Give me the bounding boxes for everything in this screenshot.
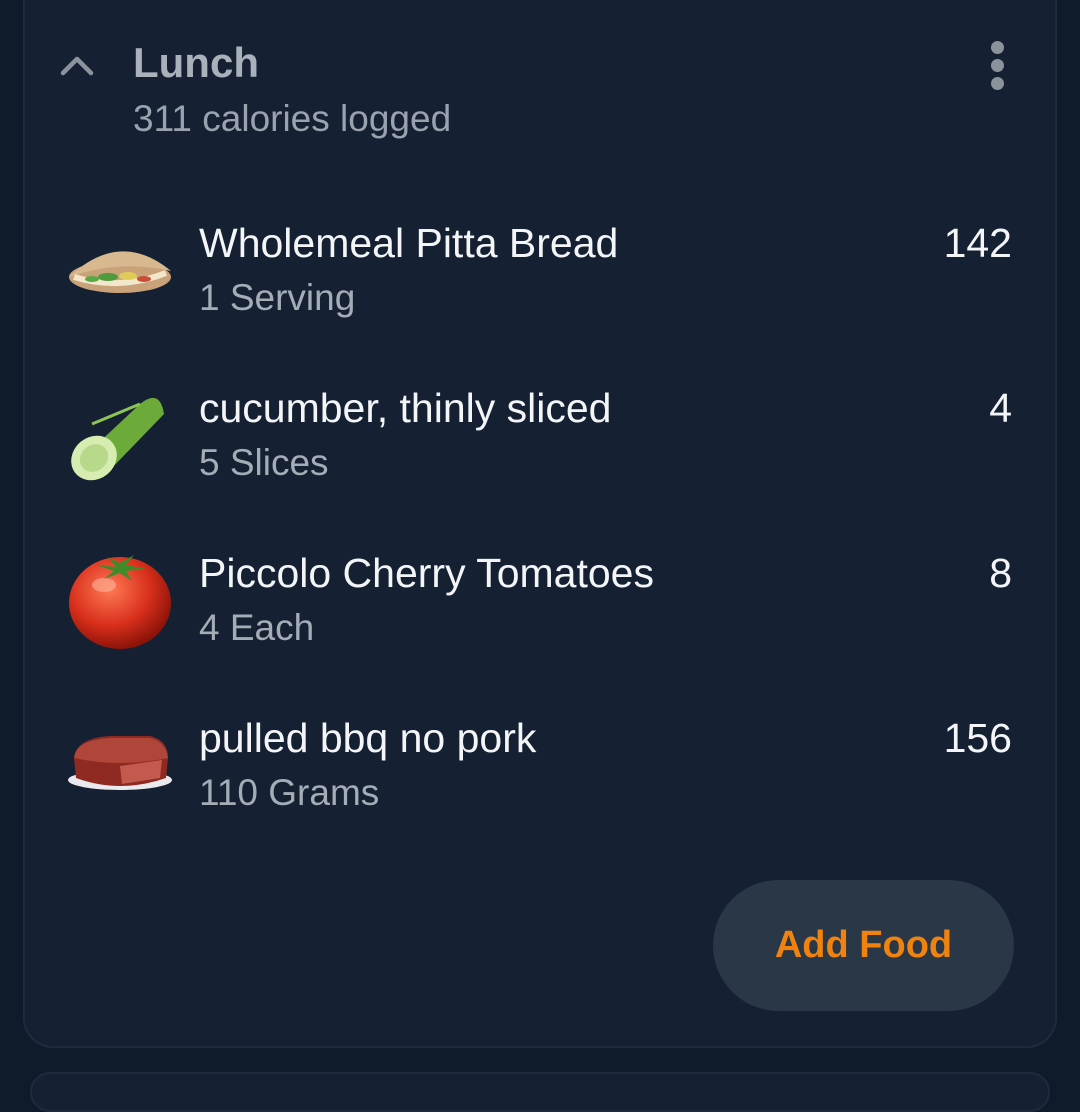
food-name: Piccolo Cherry Tomatoes (199, 550, 654, 596)
add-food-button[interactable]: Add Food (713, 880, 1014, 1011)
food-quantity: 110 Grams (199, 772, 380, 813)
meat-icon (68, 736, 172, 790)
food-quantity: 1 Serving (199, 277, 356, 318)
pitta-bread-icon (69, 251, 171, 293)
food-calories: 142 (943, 220, 1012, 266)
food-name: pulled bbq no pork (199, 715, 537, 761)
next-meal-card[interactable] (30, 1072, 1050, 1112)
food-calories: 8 (989, 550, 1012, 596)
food-row[interactable]: Wholemeal Pitta Bread 1 Serving 142 (60, 219, 1020, 339)
food-calories: 4 (989, 385, 1012, 431)
food-name: cucumber, thinly sliced (199, 385, 612, 431)
tomato-icon (69, 555, 171, 649)
cucumber-icon (71, 397, 164, 481)
food-quantity: 5 Slices (199, 442, 329, 483)
more-options-icon[interactable] (978, 38, 1018, 92)
food-row[interactable]: Piccolo Cherry Tomatoes 4 Each 8 (60, 549, 1020, 669)
meal-title[interactable]: Lunch (133, 38, 259, 88)
food-calories: 156 (943, 715, 1012, 761)
food-quantity: 4 Each (199, 607, 315, 648)
food-row[interactable]: cucumber, thinly sliced 5 Slices 4 (60, 384, 1020, 504)
meal-calories-summary: 311 calories logged (133, 98, 452, 139)
food-row[interactable]: pulled bbq no pork 110 Grams 156 (60, 714, 1020, 834)
food-name: Wholemeal Pitta Bread (199, 220, 619, 266)
chevron-up-icon[interactable] (58, 48, 98, 80)
